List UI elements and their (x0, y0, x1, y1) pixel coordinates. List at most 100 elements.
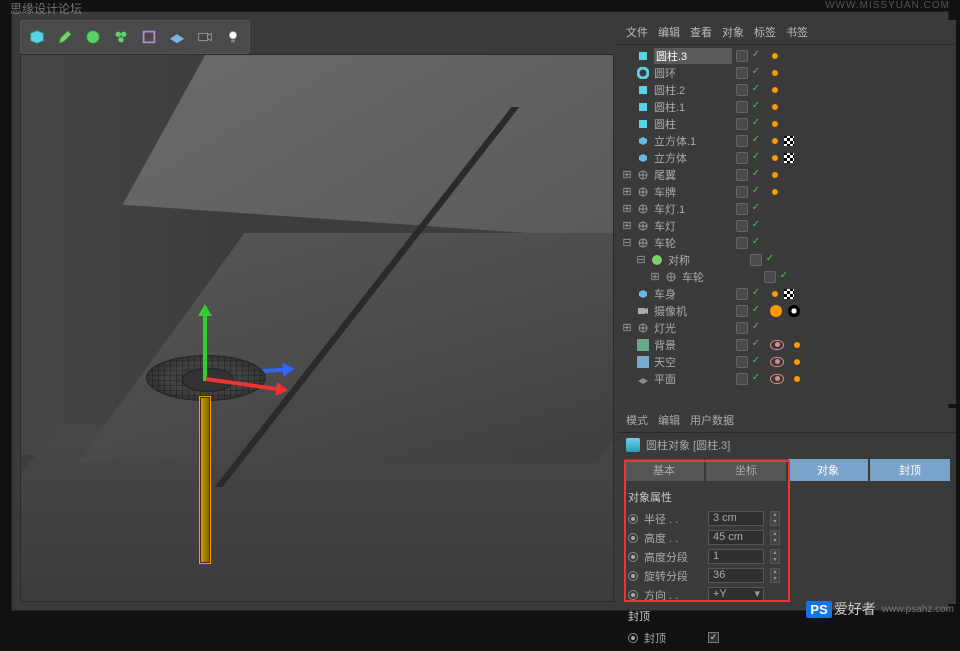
sub-tab[interactable]: 对象 (788, 459, 868, 481)
obj-toggles[interactable]: ✓ (736, 50, 762, 62)
obj-row[interactable]: 圆柱.3✓ (622, 47, 952, 64)
obj-tab[interactable]: 编辑 (658, 24, 680, 40)
phong-tag-icon[interactable] (772, 87, 778, 93)
obj-row[interactable]: 天空✓ (622, 353, 952, 370)
object-list[interactable]: 圆柱.3✓圆环✓圆柱.2✓圆柱.1✓圆柱✓立方体.1✓立方体✓⊞尾翼✓⊞车牌✓⊞… (618, 45, 956, 389)
obj-toggles[interactable]: ✓ (736, 186, 762, 198)
sub-tab[interactable]: 基本 (624, 459, 704, 481)
axis-y[interactable] (203, 307, 207, 381)
obj-toggles[interactable]: ✓ (736, 67, 762, 79)
obj-toggles[interactable]: ✓ (736, 322, 762, 334)
obj-toggles[interactable]: ✓ (736, 288, 762, 300)
floor-tool[interactable] (164, 24, 190, 50)
phong-tag-icon[interactable] (772, 172, 778, 178)
spinner[interactable]: ▴▾ (770, 549, 780, 564)
obj-toggles[interactable]: ✓ (736, 118, 762, 130)
obj-row[interactable]: 圆柱✓ (622, 115, 952, 132)
obj-tab[interactable]: 文件 (626, 24, 648, 40)
phong-tag-icon[interactable] (772, 155, 778, 161)
phong-tag-icon[interactable] (772, 138, 778, 144)
prop-input[interactable]: 3 cm (708, 511, 764, 526)
cylinder-selected[interactable] (200, 397, 210, 563)
texture-tag-icon[interactable] (784, 289, 794, 299)
obj-toggles[interactable]: ✓ (736, 305, 762, 317)
phong-tag-icon[interactable] (772, 104, 778, 110)
obj-row[interactable]: 圆环✓ (622, 64, 952, 81)
prop-dropdown[interactable]: +Y (708, 587, 764, 602)
phong-tag-icon[interactable] (794, 342, 800, 348)
attr-tab[interactable]: 编辑 (658, 412, 680, 428)
obj-toggles[interactable]: ✓ (736, 237, 762, 249)
phong-tag-icon[interactable] (772, 70, 778, 76)
compositing-tag-icon[interactable] (770, 340, 784, 350)
phong-tag-icon[interactable] (772, 121, 778, 127)
obj-row[interactable]: 背景✓ (622, 336, 952, 353)
obj-toggles[interactable]: ✓ (736, 339, 762, 351)
obj-row[interactable]: ⊞车灯✓ (622, 217, 952, 234)
cap-checkbox[interactable]: ✓ (708, 632, 719, 643)
obj-row[interactable]: ⊞尾翼✓ (622, 166, 952, 183)
spinner[interactable]: ▴▾ (770, 530, 780, 545)
obj-toggles[interactable]: ✓ (750, 254, 776, 266)
deformer-tool[interactable] (136, 24, 162, 50)
obj-toggles[interactable]: ✓ (736, 373, 762, 385)
cam-tag-icon[interactable] (770, 305, 782, 317)
prop-input[interactable]: 36 (708, 568, 764, 583)
cap-row[interactable]: 封顶 ✓ (628, 628, 946, 647)
obj-row[interactable]: 立方体✓ (622, 149, 952, 166)
obj-row[interactable]: 摄像机✓ (622, 302, 952, 319)
expand-icon[interactable]: ⊞ (622, 219, 632, 232)
texture-tag-icon[interactable] (784, 136, 794, 146)
phong-tag-icon[interactable] (794, 359, 800, 365)
camera-tool[interactable] (192, 24, 218, 50)
spinner[interactable]: ▴▾ (770, 511, 780, 526)
viewport-3d[interactable]: ✥ ◱ ⟳ ⌂ (20, 54, 614, 602)
phong-tag-icon[interactable] (772, 291, 778, 297)
obj-toggles[interactable]: ✓ (736, 101, 762, 113)
compositing-tag-icon[interactable] (770, 357, 784, 367)
obj-tab[interactable]: 标签 (754, 24, 776, 40)
obj-row[interactable]: ⊟车轮✓ (622, 234, 952, 251)
expand-icon[interactable]: ⊟ (636, 253, 646, 266)
attr-tab[interactable]: 用户数据 (690, 412, 734, 428)
obj-tab[interactable]: 查看 (690, 24, 712, 40)
expand-icon[interactable]: ⊞ (622, 168, 632, 181)
obj-toggles[interactable]: ✓ (736, 203, 762, 215)
nurbs-tool[interactable] (80, 24, 106, 50)
phong-tag-icon[interactable] (794, 376, 800, 382)
attr-tab[interactable]: 模式 (626, 412, 648, 428)
array-tool[interactable] (108, 24, 134, 50)
expand-icon[interactable]: ⊟ (622, 236, 632, 249)
obj-row[interactable]: ⊞车牌✓ (622, 183, 952, 200)
obj-toggles[interactable]: ✓ (736, 356, 762, 368)
obj-row[interactable]: ⊞车轮✓ (622, 268, 952, 285)
obj-row[interactable]: ⊞灯光✓ (622, 319, 952, 336)
obj-row[interactable]: ⊟对称✓ (622, 251, 952, 268)
selected-object-gizmo[interactable] (126, 333, 286, 573)
expand-icon[interactable]: ⊞ (622, 185, 632, 198)
obj-toggles[interactable]: ✓ (736, 152, 762, 164)
obj-toggles[interactable]: ✓ (736, 220, 762, 232)
obj-row[interactable]: 平面✓ (622, 370, 952, 387)
expand-icon[interactable]: ⊞ (622, 321, 632, 334)
sub-tab[interactable]: 封顶 (870, 459, 950, 481)
obj-tab[interactable]: 对象 (722, 24, 744, 40)
cube-tool[interactable] (24, 24, 50, 50)
prop-input[interactable]: 1 (708, 549, 764, 564)
obj-toggles[interactable]: ✓ (736, 135, 762, 147)
obj-row[interactable]: ⊞车灯.1✓ (622, 200, 952, 217)
obj-row[interactable]: 圆柱.1✓ (622, 98, 952, 115)
phong-tag-icon[interactable] (772, 53, 778, 59)
target-tag-icon[interactable] (788, 305, 800, 317)
obj-row[interactable]: 立方体.1✓ (622, 132, 952, 149)
phong-tag-icon[interactable] (772, 189, 778, 195)
obj-tab[interactable]: 书签 (786, 24, 808, 40)
obj-toggles[interactable]: ✓ (764, 271, 790, 283)
expand-icon[interactable]: ⊞ (622, 202, 632, 215)
compositing-tag-icon[interactable] (770, 374, 784, 384)
expand-icon[interactable]: ⊞ (650, 270, 660, 283)
obj-toggles[interactable]: ✓ (736, 84, 762, 96)
obj-toggles[interactable]: ✓ (736, 169, 762, 181)
sub-tab[interactable]: 坐标 (706, 459, 786, 481)
obj-row[interactable]: 圆柱.2✓ (622, 81, 952, 98)
